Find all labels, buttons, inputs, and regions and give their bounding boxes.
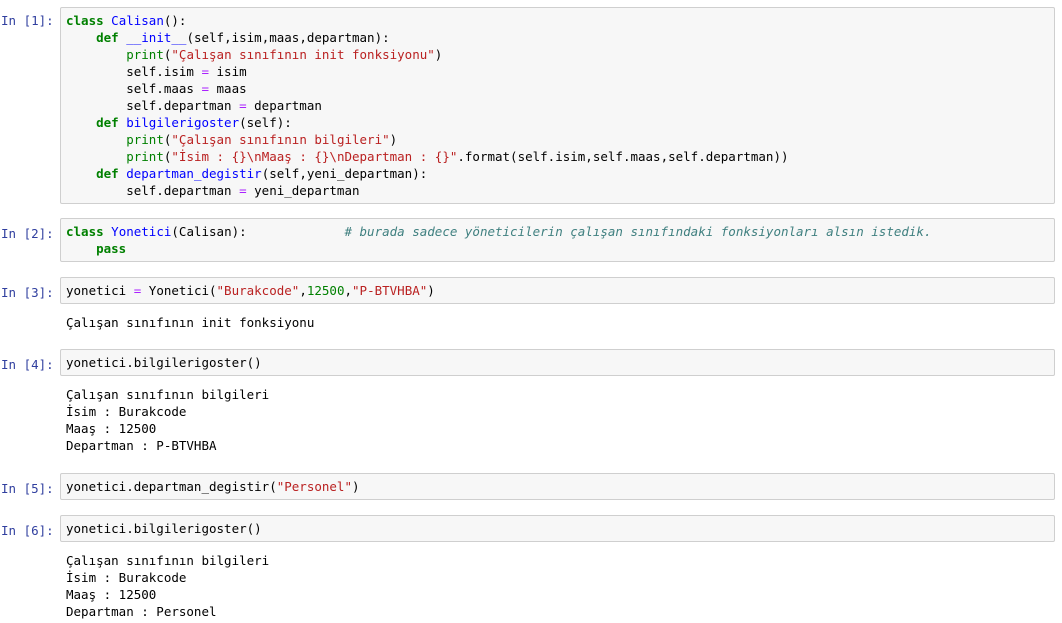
input-prompt: In [2]:	[1, 226, 54, 241]
code-input[interactable]: yonetici.bilgilerigoster()	[60, 515, 1055, 542]
code-line: yonetici.bilgilerigoster()	[66, 520, 1049, 537]
code-line: yonetici.bilgilerigoster()	[66, 354, 1049, 371]
code-line: pass	[66, 240, 1049, 257]
code-token: 12500	[306, 283, 345, 298]
output-line: İsim : Burakcode	[66, 404, 187, 419]
code-token: Calisan	[111, 13, 164, 28]
code-token: "Çalışan sınıfının bilgileri"	[171, 132, 390, 147]
code-token: ():	[163, 13, 187, 28]
code-token: yonetici.departman_degistir(	[66, 479, 277, 494]
code-token: print	[126, 149, 164, 164]
code-token: Yonetici(	[141, 283, 217, 298]
code-token: )	[351, 479, 360, 494]
code-token: (self,isim,maas,departman):	[186, 30, 390, 45]
code-token: (Calisan):	[171, 224, 345, 239]
code-token: self.maas	[66, 81, 202, 96]
code-input[interactable]: class Yonetici(Calisan): # burada sadece…	[60, 218, 1055, 262]
code-token: )	[427, 283, 435, 298]
code-token: def	[96, 30, 119, 45]
code-line: self.isim = isim	[66, 63, 1049, 80]
code-token: departman	[246, 98, 322, 113]
output-line: Çalışan sınıfının bilgileri	[66, 387, 270, 402]
code-token: =	[239, 183, 247, 198]
code-token: isim	[209, 64, 247, 79]
code-token: def	[96, 115, 119, 130]
code-token: self.departman	[66, 98, 240, 113]
code-line: print("İsim : {}\nMaaş : {}\nDepartman :…	[66, 148, 1049, 165]
code-line: self.maas = maas	[66, 80, 1049, 97]
code-token: (self,yeni_departman):	[261, 166, 428, 181]
code-token: class	[66, 224, 104, 239]
code-line: self.departman = departman	[66, 97, 1049, 114]
output-line: Çalışan sınıfının init fonksiyonu	[66, 315, 315, 330]
code-token: # burada sadece yöneticilerin çalışan sı…	[344, 224, 932, 239]
code-token: .format(self.isim,self.maas,self.departm…	[457, 149, 789, 164]
code-line: def bilgilerigoster(self):	[66, 114, 1049, 131]
code-token: class	[66, 13, 104, 28]
code-token: print	[126, 47, 164, 62]
code-token: ,	[299, 283, 307, 298]
code-token: maas	[209, 81, 247, 96]
input-prompt: In [4]:	[1, 357, 54, 372]
code-line: yonetici.departman_degistir("Personel")	[66, 478, 1049, 495]
code-token: )	[434, 47, 443, 62]
code-token: departman_degistir	[126, 166, 262, 181]
output-line: İsim : Burakcode	[66, 570, 187, 585]
code-token: self.departman	[66, 183, 240, 198]
input-prompt: In [5]:	[1, 481, 54, 496]
code-token: pass	[96, 241, 127, 256]
code-token: yonetici.bilgilerigoster()	[66, 355, 262, 370]
code-input[interactable]: yonetici.bilgilerigoster()	[60, 349, 1055, 376]
cell-output: Çalışan sınıfının bilgileri İsim : Burakc…	[66, 386, 269, 454]
code-token: __init__	[126, 30, 187, 45]
input-prompt: In [1]:	[1, 13, 54, 28]
code-line: print("Çalışan sınıfının init fonksiyonu…	[66, 46, 1049, 63]
code-token: self.isim	[66, 64, 202, 79]
code-token: =	[239, 98, 247, 113]
code-token: yonetici.bilgilerigoster()	[66, 521, 262, 536]
code-line: self.departman = yeni_departman	[66, 182, 1049, 199]
output-line: Çalışan sınıfının bilgileri	[66, 553, 270, 568]
code-token: def	[96, 166, 119, 181]
code-token: bilgilerigoster	[126, 115, 240, 130]
code-token: yonetici	[66, 283, 134, 298]
code-line: def departman_degistir(self,yeni_departm…	[66, 165, 1049, 182]
output-line: Departman : Personel	[66, 604, 217, 619]
code-token: "Burakcode"	[216, 283, 300, 298]
code-token: Yonetici	[111, 224, 172, 239]
code-input[interactable]: yonetici.departman_degistir("Personel")	[60, 473, 1055, 500]
code-line: class Yonetici(Calisan): # burada sadece…	[66, 223, 1049, 240]
code-line: class Calisan():	[66, 12, 1049, 29]
code-token: "Personel"	[276, 479, 352, 494]
code-token: =	[201, 81, 209, 96]
code-token: "Çalışan sınıfının init fonksiyonu"	[171, 47, 435, 62]
output-line: Departman : P-BTVHBA	[66, 438, 217, 453]
code-line: print("Çalışan sınıfının bilgileri")	[66, 131, 1049, 148]
input-prompt: In [3]:	[1, 285, 54, 300]
code-token: "İsim : {}\nMaaş : {}\nDepartman : {}"	[171, 149, 458, 164]
input-prompt: In [6]:	[1, 523, 54, 538]
output-line: Maaş : 12500	[66, 587, 157, 602]
code-input[interactable]: yonetici = Yonetici("Burakcode",12500,"P…	[60, 277, 1055, 304]
code-line: def __init__(self,isim,maas,departman):	[66, 29, 1049, 46]
code-input[interactable]: class Calisan(): def __init__(self,isim,…	[60, 7, 1055, 204]
cell-output: Çalışan sınıfının bilgileri İsim : Burakc…	[66, 552, 269, 620]
code-token: )	[389, 132, 398, 147]
code-line: yonetici = Yonetici("Burakcode",12500,"P…	[66, 282, 1049, 299]
code-token: print	[126, 132, 164, 147]
code-token: "P-BTVHBA"	[352, 283, 428, 298]
code-token: (self):	[239, 115, 292, 130]
cell-output: Çalışan sınıfının init fonksiyonu	[66, 314, 314, 331]
output-line: Maaş : 12500	[66, 421, 157, 436]
code-token: yeni_departman	[246, 183, 360, 198]
code-token: ,	[344, 283, 353, 298]
code-token: =	[201, 64, 209, 79]
